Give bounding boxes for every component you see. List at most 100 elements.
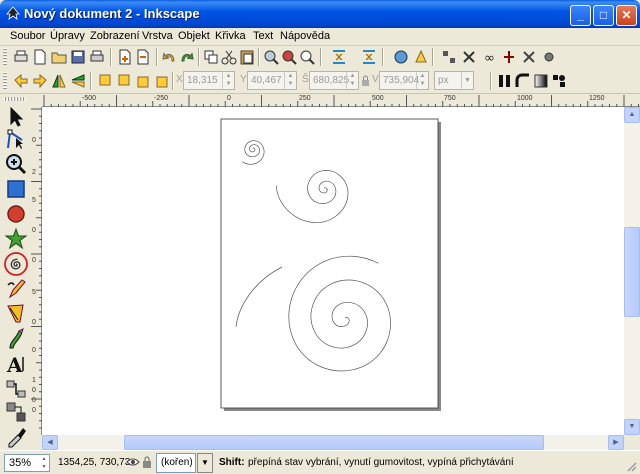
preferences-icon[interactable] bbox=[460, 48, 478, 66]
raise-icon[interactable] bbox=[115, 72, 133, 90]
star-tool-icon[interactable] bbox=[4, 227, 28, 251]
zoom-drawing-icon[interactable] bbox=[280, 48, 298, 66]
dropper-tool-icon[interactable] bbox=[4, 425, 28, 449]
group-icon[interactable] bbox=[440, 48, 458, 66]
print-preview-icon[interactable] bbox=[88, 48, 106, 66]
menu-text[interactable]: Text bbox=[253, 30, 273, 42]
scale-stroke-icon[interactable] bbox=[496, 72, 514, 90]
hint-text: přepíná stav vybrání, vynutí gumovitost,… bbox=[248, 457, 514, 468]
pen-tool-icon[interactable] bbox=[4, 302, 28, 326]
layer-dropdown-button[interactable]: ▼ bbox=[197, 453, 213, 473]
zoom-field[interactable]: 35% ▲ ▼ bbox=[4, 454, 50, 472]
duplicate-icon[interactable] bbox=[202, 48, 220, 66]
height-spinner[interactable]: ▲ ▼ bbox=[416, 72, 428, 89]
scroll-up-button[interactable]: ▲ bbox=[624, 107, 640, 123]
ruler-label: 0 bbox=[32, 387, 36, 394]
lock-icon[interactable] bbox=[361, 75, 370, 87]
x-spinner[interactable]: ▲ ▼ bbox=[222, 72, 234, 89]
flip-horizontal-icon[interactable] bbox=[50, 72, 68, 90]
minimize-button[interactable]: _ bbox=[570, 5, 591, 26]
y-field[interactable]: 40,467 ▲ ▼ bbox=[247, 71, 297, 90]
raise-to-top-icon[interactable] bbox=[96, 72, 114, 90]
text-tool-icon[interactable]: A bbox=[4, 352, 28, 376]
calligraphy-tool-icon[interactable] bbox=[4, 327, 28, 351]
toolbar-grip[interactable] bbox=[3, 72, 7, 90]
lock-layer-icon[interactable] bbox=[142, 455, 152, 469]
eye-icon[interactable] bbox=[126, 456, 140, 468]
zoom-spinner[interactable]: ▲ ▼ bbox=[39, 455, 49, 471]
ruler-label: 1 bbox=[32, 377, 36, 384]
rotate-cw-icon[interactable] bbox=[31, 72, 49, 90]
drawing-canvas[interactable] bbox=[42, 107, 624, 435]
undo-icon[interactable] bbox=[160, 48, 178, 66]
zoom-selection-icon[interactable] bbox=[262, 48, 280, 66]
zoom-tool-icon[interactable] bbox=[4, 152, 28, 176]
vertical-ruler[interactable]: 0 2 5 0 0 5 0 0 1 0 0 0 bbox=[31, 107, 42, 435]
vertical-scroll-thumb[interactable] bbox=[624, 227, 640, 317]
menu-krivka[interactable]: Křivka bbox=[215, 30, 246, 42]
svg-text:∞: ∞ bbox=[484, 51, 495, 66]
scroll-right-button[interactable]: ▶ bbox=[608, 435, 624, 450]
toolbar-grip[interactable] bbox=[3, 48, 7, 66]
unit-value: px bbox=[438, 75, 449, 86]
x-field[interactable]: 18,315 ▲ ▼ bbox=[183, 71, 235, 90]
vertical-scrollbar[interactable]: ▲ ▼ bbox=[624, 107, 640, 435]
settings-icon[interactable] bbox=[540, 48, 558, 66]
new-document-icon[interactable] bbox=[31, 48, 49, 66]
xml-editor-icon[interactable] bbox=[392, 48, 410, 66]
export-icon[interactable] bbox=[134, 48, 152, 66]
print-icon[interactable] bbox=[12, 48, 30, 66]
resize-grip-icon[interactable] bbox=[625, 460, 637, 472]
align-icon[interactable] bbox=[330, 48, 348, 66]
rectangle-tool-icon[interactable] bbox=[4, 177, 28, 201]
paste-icon[interactable] bbox=[238, 48, 256, 66]
node-tool-icon[interactable] bbox=[4, 128, 28, 152]
layers-icon[interactable] bbox=[500, 48, 518, 66]
lower-to-bottom-icon[interactable] bbox=[153, 72, 171, 90]
close-button[interactable]: ✕ bbox=[616, 5, 637, 26]
connector-tool-icon[interactable] bbox=[4, 377, 28, 401]
tools-icon[interactable] bbox=[520, 48, 538, 66]
menu-vrstva[interactable]: Vrstva bbox=[142, 30, 173, 42]
toolbox-grip[interactable] bbox=[4, 97, 26, 101]
unit-select[interactable]: px ▼ bbox=[434, 71, 474, 90]
lower-icon[interactable] bbox=[134, 72, 152, 90]
flip-vertical-icon[interactable] bbox=[69, 72, 87, 90]
scale-corners-icon[interactable] bbox=[514, 72, 532, 90]
layer-value: (kořen) bbox=[161, 457, 193, 468]
move-gradients-icon[interactable] bbox=[532, 72, 550, 90]
fill-stroke-icon[interactable] bbox=[412, 48, 430, 66]
selector-tool-icon[interactable] bbox=[4, 105, 28, 129]
ellipse-tool-icon[interactable] bbox=[4, 202, 28, 226]
menu-soubor[interactable]: Soubor bbox=[10, 30, 45, 42]
pencil-tool-icon[interactable] bbox=[4, 277, 28, 301]
width-spinner[interactable]: ▲ ▼ bbox=[346, 72, 358, 89]
import-icon[interactable] bbox=[116, 48, 134, 66]
scroll-down-button[interactable]: ▼ bbox=[624, 419, 640, 435]
rotate-ccw-icon[interactable] bbox=[12, 72, 30, 90]
zoom-page-icon[interactable] bbox=[298, 48, 316, 66]
menu-upravy[interactable]: Úpravy bbox=[50, 30, 85, 42]
move-patterns-icon[interactable] bbox=[550, 72, 568, 90]
maximize-button[interactable]: □ bbox=[593, 5, 614, 26]
horizontal-ruler[interactable]: -500 -250 0 250 500 750 1000 1250 bbox=[42, 95, 640, 107]
horizontal-scroll-thumb[interactable] bbox=[124, 435, 544, 450]
cut-icon[interactable] bbox=[220, 48, 238, 66]
horizontal-scrollbar[interactable]: ◀ ▶ bbox=[42, 435, 624, 450]
height-field[interactable]: 735,904 ▲ ▼ bbox=[379, 71, 429, 90]
scroll-left-button[interactable]: ◀ bbox=[42, 435, 58, 450]
title-bar[interactable]: Nový dokument 2 - Inkscape _ □ ✕ bbox=[0, 0, 640, 28]
layer-select[interactable]: (kořen) bbox=[156, 453, 196, 473]
redo-icon[interactable] bbox=[178, 48, 196, 66]
gradient-tool-icon[interactable] bbox=[4, 400, 28, 424]
save-icon[interactable] bbox=[69, 48, 87, 66]
open-icon[interactable] bbox=[50, 48, 68, 66]
width-field[interactable]: 680,825 ▲ ▼ bbox=[309, 71, 359, 90]
distribute-icon[interactable] bbox=[360, 48, 378, 66]
menu-zobrazeni[interactable]: Zobrazení bbox=[90, 30, 140, 42]
menu-napoveda[interactable]: Nápověda bbox=[280, 30, 330, 42]
spiral-tool-icon[interactable] bbox=[4, 252, 28, 276]
y-spinner[interactable]: ▲ ▼ bbox=[284, 72, 296, 89]
menu-objekt[interactable]: Objekt bbox=[178, 30, 210, 42]
symbols-icon[interactable]: ∞ bbox=[482, 48, 500, 66]
